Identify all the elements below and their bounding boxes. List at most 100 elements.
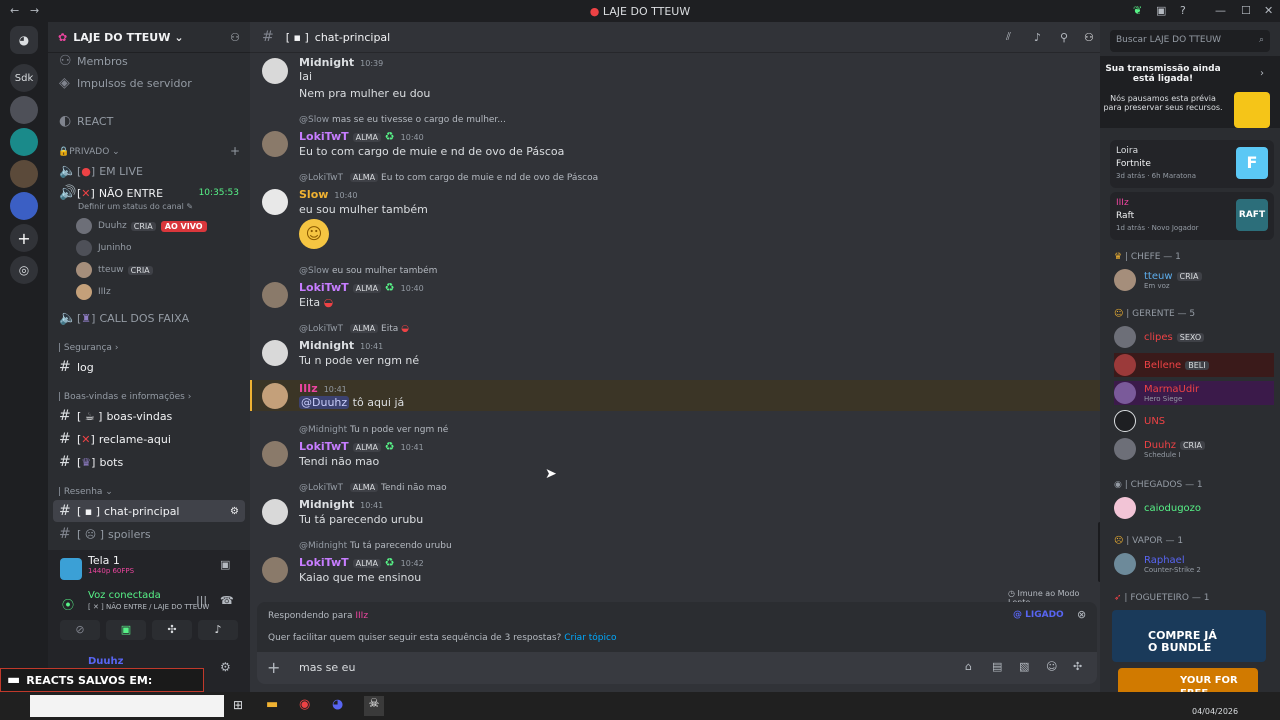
add-channel-icon[interactable]: + [230,144,240,158]
user-mention[interactable]: @Duuhz [299,396,350,409]
live-badge: AO VIVO [160,220,207,232]
category-boas-vindas[interactable]: | Boas-vindas e informações › [58,392,191,402]
apps-icon[interactable]: ✣ [1073,660,1082,673]
task-view-icon[interactable]: ⊞ [233,698,243,712]
voice-user[interactable]: Duuhz CRIA AO VIVO [76,216,207,236]
mention-toggle[interactable]: @ LIGADO [1013,610,1064,620]
text-channel-boas-vindas[interactable]: #[ ☕ ] boas-vindas [53,405,245,427]
threads-icon[interactable]: ⫽ [1006,30,1011,44]
member-item[interactable]: MarmaUdir Hero Siege [1114,381,1274,405]
member-item[interactable]: Duuhz CRIA Schedule I [1114,437,1274,461]
member-item[interactable]: caiodugozo [1114,496,1274,520]
member-list-icon[interactable]: ⚇ [1084,31,1094,44]
discord-taskbar-icon[interactable]: ◕ [332,697,343,712]
voice-channel-nao-entre[interactable]: 🔊[ ✕ ] NÃO ENTRE 10:35:53 [53,182,245,204]
avatar[interactable] [262,189,288,215]
category-seguranca[interactable]: | Segurança › [58,343,118,353]
server-icon-4[interactable] [10,192,38,220]
sidebar-item-react[interactable]: ◐ REACT [53,110,245,132]
server-icon-3[interactable] [10,160,38,188]
voice-user[interactable]: IIIz [76,282,111,302]
sticker-icon[interactable]: ▧ [1019,660,1029,673]
disconnect-icon[interactable]: ☎ [220,594,234,607]
nitro-leaf-icon[interactable]: ❦ [1133,4,1142,17]
avatar[interactable] [262,383,288,409]
mute-bell-icon[interactable]: ♪ [1034,31,1041,44]
user-settings-icon[interactable]: ⚙ [220,660,231,674]
voice-location: [ ✕ ] NÃO ENTRE / LAJE DO TTEUW [88,603,210,611]
attach-plus-icon[interactable]: + [267,658,280,677]
server-icon-2[interactable] [10,128,38,156]
stop-stream-icon[interactable]: ▣ [220,558,230,571]
cancel-reply-icon[interactable]: ⊗ [1077,608,1086,621]
reply-bar: Respondendo para IIIz @ LIGADO ⊗ Quer fa… [257,602,1097,652]
member-item[interactable]: UNS [1114,409,1274,433]
discord-home-icon[interactable]: ◕ [10,26,38,54]
noise-icon[interactable]: ||| [196,594,207,607]
avatar[interactable] [262,441,288,467]
avatar[interactable] [262,340,288,366]
member-item[interactable]: tteuw CRIA Em voz [1114,268,1274,292]
message-input[interactable]: mas se eu [299,661,355,674]
hash-icon: # [262,29,274,45]
maximize-icon[interactable]: ☐ [1241,4,1251,17]
member-item[interactable]: clipes SEXO [1114,325,1274,349]
gear-icon[interactable]: ⚙ [230,506,239,517]
add-server-icon[interactable]: + [10,224,38,252]
chevron-right-icon[interactable]: › [1260,68,1264,79]
server-badge-icon: ✿ [58,30,68,44]
sidebar-item-members[interactable]: ⚇ Membros [53,50,245,72]
voice-channel-call[interactable]: 🔈[ ♜ ] CALL DOS FAIXA [53,307,245,329]
emoji-icon[interactable]: ☺ [1046,660,1057,673]
voice-user[interactable]: tteuw CRIA [76,260,153,280]
avatar[interactable] [262,58,288,84]
pin-icon[interactable]: ⚲ [1060,31,1068,44]
gif-icon[interactable]: ▤ [992,660,1002,673]
minimize-icon[interactable]: — [1215,4,1226,17]
member-list: Buscar LAJE DO TTEUW ⌕ Sua transmissão ai… [1100,22,1280,692]
activity-card[interactable]: Loira Fortnite 3d atrás · 6h Maratona F [1110,140,1274,188]
server-icon-1[interactable] [10,96,38,124]
text-channel-log[interactable]: # log [53,356,245,378]
activities-button[interactable]: ✣ [152,620,192,640]
member-item[interactable]: Bellene BELI [1114,353,1274,377]
avatar[interactable] [262,282,288,308]
camera-off-button[interactable]: ⊘ [60,620,100,640]
activity-card[interactable]: IIIz Raft 1d atrás · Novo Jogador RAFT [1110,192,1274,240]
text-channel-spoilers[interactable]: #[ ☹ ] spoilers [53,523,245,545]
explore-icon[interactable]: ◎ [10,256,38,284]
file-explorer-icon[interactable]: ▬ [266,697,278,712]
channel-status-hint[interactable]: Definir um status do canal ✎ [78,202,193,211]
category-privado[interactable]: 🔒PRIVADO ⌄ [58,147,120,157]
taskbar-search[interactable] [30,695,224,717]
create-thread-link[interactable]: Criar tópico [564,633,616,643]
avatar[interactable] [262,499,288,525]
text-channel-reclame-aqui[interactable]: #[ ✕ ] reclame-aqui [53,428,245,450]
avatar[interactable] [262,557,288,583]
help-icon[interactable]: ? [1180,4,1186,17]
soundboard-button[interactable]: ♪ [198,620,238,640]
search-input[interactable]: Buscar LAJE DO TTEUW ⌕ [1110,30,1270,52]
avatar[interactable] [262,131,288,157]
sidebar-item-boosts[interactable]: ◈ Impulsos de servidor [53,72,245,94]
text-channel-bots[interactable]: #[ ♛ ] bots [53,451,245,473]
member-item[interactable]: Raphael Counter-Strike 2 [1114,552,1274,576]
category-resenha[interactable]: | Resenha ⌄ [58,487,113,497]
inbox-icon[interactable]: ▣ [1156,4,1166,17]
text-channel-chat-principal[interactable]: #[ ▪ ] chat-principal ⚙ [53,500,245,522]
screen-share-button[interactable]: ▣ [106,620,146,640]
voice-user[interactable]: Juninho [76,238,131,258]
server-header[interactable]: ✿ LAJE DO TTEUW ⌄ ⚇ [48,22,250,53]
gift-icon[interactable]: ⌂ [965,660,972,673]
add-member-icon[interactable]: ⚇ [230,31,240,44]
voice-channel-em-live[interactable]: 🔈[ ● ] EM LIVE [53,160,245,182]
stream-thumbnail[interactable] [60,558,82,580]
app-icon[interactable]: ☠ [364,696,384,716]
ad-banner[interactable]: COMPRE JÁ O BUNDLE [1112,610,1266,662]
search-icon: ⌕ [1258,35,1264,45]
promo-banner[interactable]: YOUR FOR FREE [1118,668,1258,692]
chrome-icon[interactable]: ◉ [299,697,310,712]
server-sdk[interactable]: Sdk [10,64,38,92]
close-icon[interactable]: ✕ [1264,4,1273,17]
message-mention-highlight[interactable]: IIIz 10:41 @Duuhz tô aqui já [250,380,1100,411]
